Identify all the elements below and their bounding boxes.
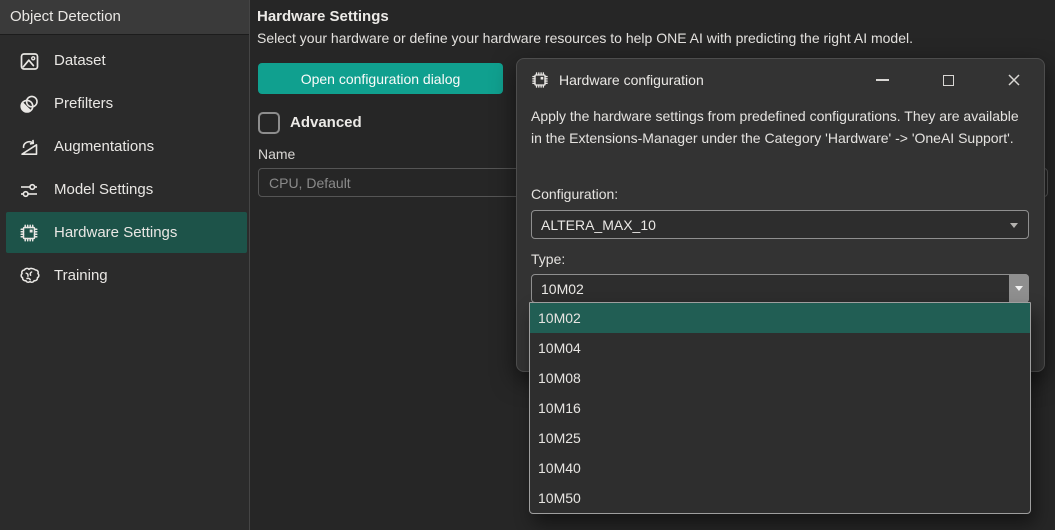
- brain-icon: [18, 265, 40, 287]
- app-window: Object Detection Dataset: [0, 0, 1055, 530]
- type-option[interactable]: 10M08: [530, 363, 1030, 393]
- open-configuration-dialog-button[interactable]: Open configuration dialog: [258, 63, 503, 94]
- shuffle-icon: [18, 136, 40, 158]
- type-combobox-value: 10M02: [541, 281, 584, 297]
- sidebar-item-label: Prefilters: [54, 95, 113, 112]
- sidebar-item-model-settings[interactable]: Model Settings: [6, 169, 247, 210]
- dialog-title: Hardware configuration: [559, 72, 704, 88]
- dropdown-caret-icon: [1015, 286, 1023, 291]
- configuration-select-value: ALTERA_MAX_10: [541, 217, 656, 233]
- close-button[interactable]: [1000, 69, 1028, 91]
- sidebar-item-label: Dataset: [54, 52, 106, 69]
- type-option[interactable]: 10M25: [530, 423, 1030, 453]
- close-icon: [1007, 73, 1021, 87]
- advanced-checkbox-label: Advanced: [290, 114, 362, 131]
- sidebar-item-augmentations[interactable]: Augmentations: [6, 126, 247, 167]
- sidebar-item-label: Model Settings: [54, 181, 153, 198]
- sidebar-item-hardware-settings[interactable]: Hardware Settings: [6, 212, 247, 253]
- sidebar-item-label: Training: [54, 267, 108, 284]
- sidebar-nav: Dataset Prefilters: [0, 35, 249, 296]
- type-options-list: 10M02 10M04 10M08 10M16 10M25 10M40 10M5…: [529, 302, 1031, 514]
- dialog-description: Apply the hardware settings from predefi…: [531, 105, 1033, 149]
- sidebar-item-label: Hardware Settings: [54, 224, 177, 241]
- advanced-checkbox[interactable]: [258, 112, 280, 134]
- type-option[interactable]: 10M04: [530, 333, 1030, 363]
- minimize-icon: [876, 79, 889, 81]
- type-option[interactable]: 10M16: [530, 393, 1030, 423]
- chip-icon: [18, 222, 40, 244]
- sidebar-item-label: Augmentations: [54, 138, 154, 155]
- configuration-select[interactable]: ALTERA_MAX_10: [531, 210, 1029, 239]
- page-title: Hardware Settings: [257, 8, 389, 25]
- type-option[interactable]: 10M40: [530, 453, 1030, 483]
- minimize-button[interactable]: [868, 69, 896, 91]
- configuration-label: Configuration:: [531, 186, 618, 202]
- sidebar-item-dataset[interactable]: Dataset: [6, 40, 247, 81]
- dropdown-caret-icon: [1010, 223, 1018, 228]
- sidebar-item-training[interactable]: Training: [6, 255, 247, 296]
- sidebar: Object Detection Dataset: [0, 0, 250, 530]
- maximize-button[interactable]: [934, 69, 962, 91]
- dialog-titlebar[interactable]: Hardware configuration: [517, 59, 1044, 101]
- chip-icon: [530, 70, 550, 90]
- type-combobox-dropdown-button[interactable]: [1009, 274, 1029, 303]
- maximize-icon: [943, 75, 954, 86]
- type-option[interactable]: 10M50: [530, 483, 1030, 513]
- type-option[interactable]: 10M02: [530, 303, 1030, 333]
- sidebar-item-prefilters[interactable]: Prefilters: [6, 83, 247, 124]
- sliders-icon: [18, 179, 40, 201]
- page-description: Select your hardware or define your hard…: [257, 30, 913, 46]
- type-label: Type:: [531, 251, 565, 267]
- type-combobox[interactable]: 10M02: [531, 274, 1029, 303]
- name-field-label: Name: [258, 146, 295, 162]
- image-icon: [18, 50, 40, 72]
- contrast-icon: [18, 93, 40, 115]
- project-title: Object Detection: [0, 0, 249, 35]
